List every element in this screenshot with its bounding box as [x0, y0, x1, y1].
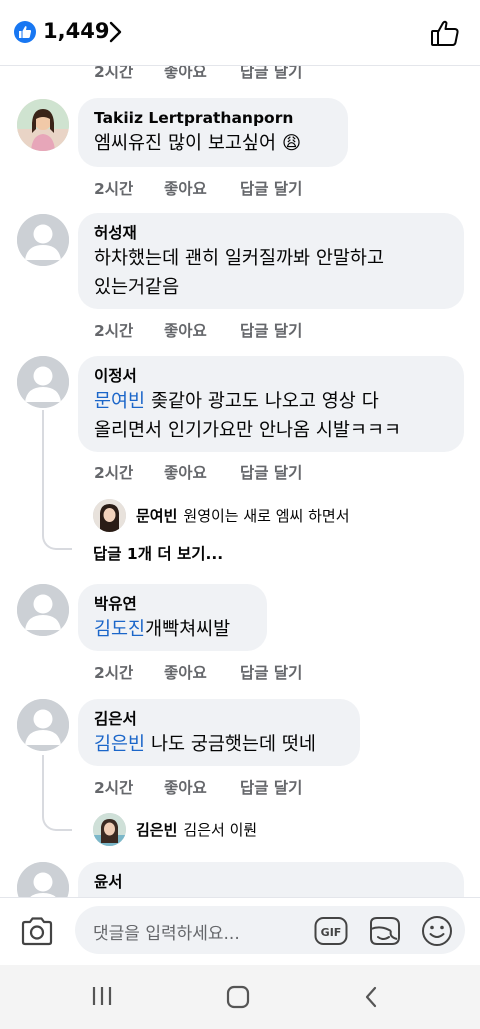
like-action[interactable]: 좋아요 [164, 461, 207, 483]
avatar[interactable] [17, 699, 69, 751]
default-avatar-icon [17, 699, 69, 751]
timestamp: 2시간 [94, 322, 134, 340]
comment-text-line: 올리면서 인기가요만 안나옴 시발ㅋㅋㅋ [94, 420, 401, 441]
default-avatar-icon [17, 214, 69, 266]
action-row: 2시간 좋아요 답글 달기 [94, 319, 394, 341]
comment-author[interactable]: 박유연 [94, 593, 253, 615]
profile-photo [17, 99, 69, 151]
timestamp: 2시간 [94, 664, 134, 682]
comment-text-line: 있는거같음 [94, 277, 180, 298]
action-row: 2시간 좋아요 답글 달기 [94, 776, 394, 798]
sticker-icon[interactable] [367, 915, 403, 947]
mention-link[interactable]: 김도진 [94, 619, 145, 640]
profile-photo [93, 813, 126, 846]
like-action[interactable]: 좋아요 [164, 661, 207, 683]
reply-avatar[interactable] [93, 499, 126, 532]
comment-author[interactable]: Takiiz Lertprathanporn [94, 107, 334, 129]
reply-preview[interactable]: 김은빈 김은서 이뤈 [136, 819, 257, 840]
like-action[interactable]: 좋아요 [164, 319, 207, 341]
comment-text-content: 나도 궁금햇는데 떳네 [150, 734, 316, 755]
thread-connector [42, 755, 72, 831]
default-avatar-icon [17, 862, 69, 897]
default-avatar-icon [17, 356, 69, 408]
reply-text: 김은서 이뤈 [183, 821, 258, 839]
system-navigation-bar [0, 965, 480, 1029]
reply-action[interactable]: 답글 달기 [240, 661, 302, 683]
comment-input[interactable]: 댓글을 입력하세요... GIF [75, 906, 465, 954]
reply-text: 원영이는 새로 엠씨 하면서 [183, 507, 350, 525]
comment-bubble[interactable]: 허성재 하차했는데 괜히 일커질까봐 안말하고 있는거같음 [78, 213, 464, 309]
timestamp: 2시간 [94, 464, 134, 482]
reply-action[interactable]: 답글 달기 [240, 319, 302, 341]
action-row: 2시간 좋아요 답글 달기 [94, 461, 394, 483]
comment-list[interactable]: 2시간 좋아요 답글 달기 Takiiz Lertprathanporn 엠씨유… [0, 0, 480, 897]
timestamp: 2시간 [94, 180, 134, 198]
comment-text-line: 하차했는데 괜히 일커질까봐 안말하고 [94, 248, 384, 269]
action-row: 2시간 좋아요 답글 달기 [94, 661, 394, 683]
comment-bubble[interactable]: Takiiz Lertprathanporn 엠씨유진 많이 보고싶어 😩 [78, 98, 348, 167]
timestamp: 2시간 [94, 779, 134, 797]
default-avatar-icon [17, 584, 69, 636]
comment-text: 엠씨유진 많이 보고싶어 😩 [94, 129, 334, 158]
comment-author[interactable]: 이정서 [94, 365, 450, 387]
view-more-replies-link[interactable]: 답글 1개 더 보기... [93, 542, 223, 564]
comment-text-content: 엠씨유진 많이 보고싶어 [94, 133, 276, 154]
avatar[interactable] [17, 99, 69, 151]
action-row: 2시간 좋아요 답글 달기 [94, 177, 394, 199]
reactions-header: 1,449 [0, 0, 480, 66]
profile-photo [93, 499, 126, 532]
reply-author[interactable]: 문여빈 [136, 507, 177, 525]
comment-input-placeholder: 댓글을 입력하세요... [93, 924, 240, 944]
reply-avatar[interactable] [93, 813, 126, 846]
avatar[interactable] [17, 356, 69, 408]
like-reaction-icon[interactable] [14, 21, 36, 43]
gif-icon[interactable]: GIF [314, 916, 348, 946]
comment-text-content: 개빡쳐씨발 [145, 619, 231, 640]
comment-text-line: 김은빈 나도 궁금햇는데 떳네 [94, 730, 346, 759]
mention-link[interactable]: 김은빈 [94, 734, 145, 755]
back-icon[interactable] [363, 985, 379, 1009]
comment-author[interactable]: 윤서 [94, 871, 450, 893]
reaction-count[interactable]: 1,449 [43, 19, 109, 43]
mention-link[interactable]: 문여빈 [94, 391, 145, 412]
comment-author[interactable]: 허성재 [94, 222, 450, 244]
emoji-icon[interactable] [420, 914, 454, 948]
comment-bubble[interactable]: 김은서 김은빈 나도 궁금햇는데 떳네 [78, 699, 360, 766]
avatar[interactable] [17, 862, 69, 897]
avatar[interactable] [17, 584, 69, 636]
reply-action[interactable]: 답글 달기 [240, 177, 302, 199]
home-icon[interactable] [226, 985, 250, 1009]
like-action[interactable]: 좋아요 [164, 776, 207, 798]
thumbs-up-icon[interactable] [430, 19, 460, 47]
comment-bubble[interactable]: 윤서 [78, 862, 464, 897]
emoji-weary: 😩 [281, 133, 302, 154]
comment-text-line: 김도진개빡쳐씨발 [94, 615, 253, 644]
thread-connector [42, 410, 72, 550]
reply-author[interactable]: 김은빈 [136, 821, 177, 839]
reply-action[interactable]: 답글 달기 [240, 776, 302, 798]
like-action[interactable]: 좋아요 [164, 177, 207, 199]
comment-bubble[interactable]: 이정서 문여빈 좆같아 광고도 나오고 영상 다 올리면서 인기가요만 안나옴 … [78, 356, 464, 452]
chevron-right-icon[interactable] [108, 20, 124, 44]
reply-action[interactable]: 답글 달기 [240, 461, 302, 483]
comment-author[interactable]: 김은서 [94, 708, 346, 730]
gif-label: GIF [321, 926, 342, 939]
reply-preview[interactable]: 문여빈 원영이는 새로 엠씨 하면서 [136, 505, 350, 526]
comment-bubble[interactable]: 박유연 김도진개빡쳐씨발 [78, 584, 267, 651]
comment-text-line: 문여빈 좆같아 광고도 나오고 영상 다 [94, 387, 450, 416]
camera-icon[interactable] [19, 915, 55, 947]
comment-composer: 댓글을 입력하세요... GIF [0, 897, 480, 965]
avatar[interactable] [17, 214, 69, 266]
comment-text-content: 좆같아 광고도 나오고 영상 다 [150, 391, 379, 412]
recent-apps-icon[interactable] [90, 985, 114, 1007]
